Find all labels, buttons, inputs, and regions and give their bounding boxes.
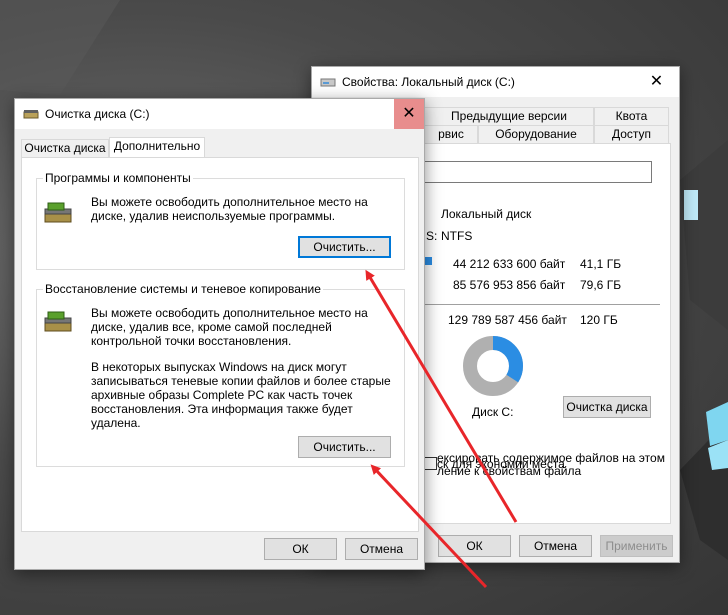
programs-description: Вы можете освободить дополнительное мест…: [91, 195, 368, 223]
properties-ok-button[interactable]: ОК: [438, 535, 511, 557]
tab-disk-cleanup[interactable]: Очистка диска: [21, 139, 109, 158]
tab-quota[interactable]: Квота: [594, 107, 669, 126]
tab-service[interactable]: рвис: [424, 125, 478, 144]
tab-sharing[interactable]: Доступ: [594, 125, 669, 144]
tab-advanced[interactable]: Дополнительно: [109, 137, 205, 158]
disk-cleanup-button[interactable]: Очистка диска: [563, 396, 651, 418]
cleanup-cancel-button[interactable]: Отмена: [345, 538, 418, 560]
disk-cleanup-window: Очистка диска (C:) ✕ Очистка диска Допол…: [14, 98, 425, 570]
programs-cleanup-icon: [44, 202, 72, 223]
properties-title: Свойства: Локальный диск (C:): [342, 75, 515, 89]
label-input[interactable]: [424, 161, 652, 183]
properties-titlebar: Свойства: Локальный диск (C:) ✕: [312, 67, 679, 97]
tab-hardware[interactable]: Оборудование: [478, 125, 594, 144]
fs-value: NTFS: [441, 229, 473, 243]
index-label-line1: ексировать содержимое файлов на этом: [437, 451, 665, 465]
fs-label: S:: [426, 229, 438, 243]
disk-label: Диск C:: [472, 405, 514, 419]
tab-previous-versions[interactable]: Предыдущие версии: [424, 107, 594, 126]
type-value: Локальный диск: [441, 207, 532, 221]
total-gb: 120 ГБ: [580, 313, 618, 327]
restore-cleanup-icon: [44, 311, 72, 332]
cleanup-title: Очистка диска (C:): [45, 107, 150, 121]
programs-group-title: Программы и компоненты: [43, 171, 193, 185]
total-bytes: 129 789 587 456 байт: [448, 313, 567, 327]
restore-group-title: Восстановление системы и теневое копиров…: [43, 282, 323, 296]
index-label-line2: ление к свойствам файла: [437, 464, 582, 478]
used-swatch: [424, 257, 432, 265]
free-gb: 79,6 ГБ: [580, 278, 622, 292]
cleanup-ok-button[interactable]: ОК: [264, 538, 337, 560]
properties-apply-button[interactable]: Применить: [600, 535, 673, 557]
drive-icon: [320, 78, 336, 87]
compress-checkbox[interactable]: [424, 457, 437, 470]
separator: [424, 304, 660, 305]
cleanup-close-icon[interactable]: ✕: [394, 99, 424, 129]
used-bytes: 44 212 633 600 байт: [453, 257, 566, 271]
cleanup-titlebar: Очистка диска (C:) ✕: [15, 99, 424, 129]
programs-cleanup-button[interactable]: Очистить...: [298, 236, 391, 258]
restore-description-2: В некоторых выпусках Windows на диск мог…: [91, 360, 391, 430]
restore-cleanup-button[interactable]: Очистить...: [298, 436, 391, 458]
usage-donut-chart: [463, 336, 523, 396]
used-gb: 41,1 ГБ: [580, 257, 622, 271]
free-bytes: 85 576 953 856 байт: [453, 278, 566, 292]
properties-cancel-button[interactable]: Отмена: [519, 535, 592, 557]
properties-close-icon[interactable]: ✕: [634, 67, 679, 97]
restore-description-1: Вы можете освободить дополнительное мест…: [91, 306, 368, 348]
disk-cleanup-icon: [23, 110, 39, 119]
